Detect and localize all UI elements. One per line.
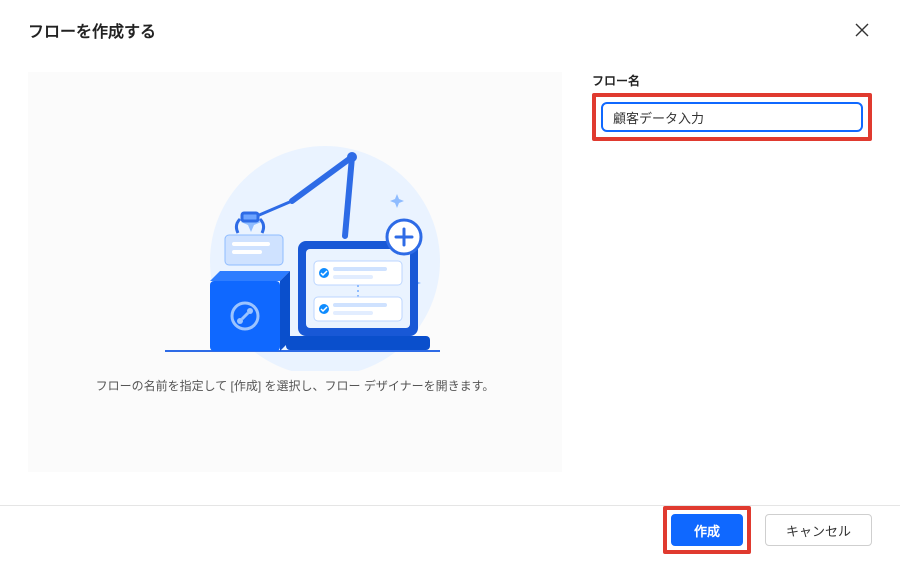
cancel-button[interactable]: キャンセル: [765, 514, 872, 546]
illustration-panel: フローの名前を指定して [作成] を選択し、フロー デザイナーを開きます。: [28, 72, 562, 472]
flow-name-label: フロー名: [592, 72, 872, 89]
dialog-footer: 作成 キャンセル: [663, 506, 872, 554]
flow-name-highlight: [592, 93, 872, 141]
illustration-caption: フローの名前を指定して [作成] を選択し、フロー デザイナーを開きます。: [96, 377, 495, 394]
dialog-body: フローの名前を指定して [作成] を選択し、フロー デザイナーを開きます。 フロ…: [0, 42, 900, 472]
dialog-header: フローを作成する: [0, 0, 900, 42]
create-flow-dialog: フローを作成する: [0, 0, 900, 572]
close-icon[interactable]: [852, 20, 872, 40]
form-panel: フロー名: [592, 72, 872, 472]
create-button-highlight: 作成: [663, 506, 751, 554]
flow-illustration: [130, 141, 460, 371]
dialog-title: フローを作成する: [28, 18, 156, 42]
create-button[interactable]: 作成: [671, 514, 743, 546]
flow-name-input[interactable]: [601, 102, 863, 132]
